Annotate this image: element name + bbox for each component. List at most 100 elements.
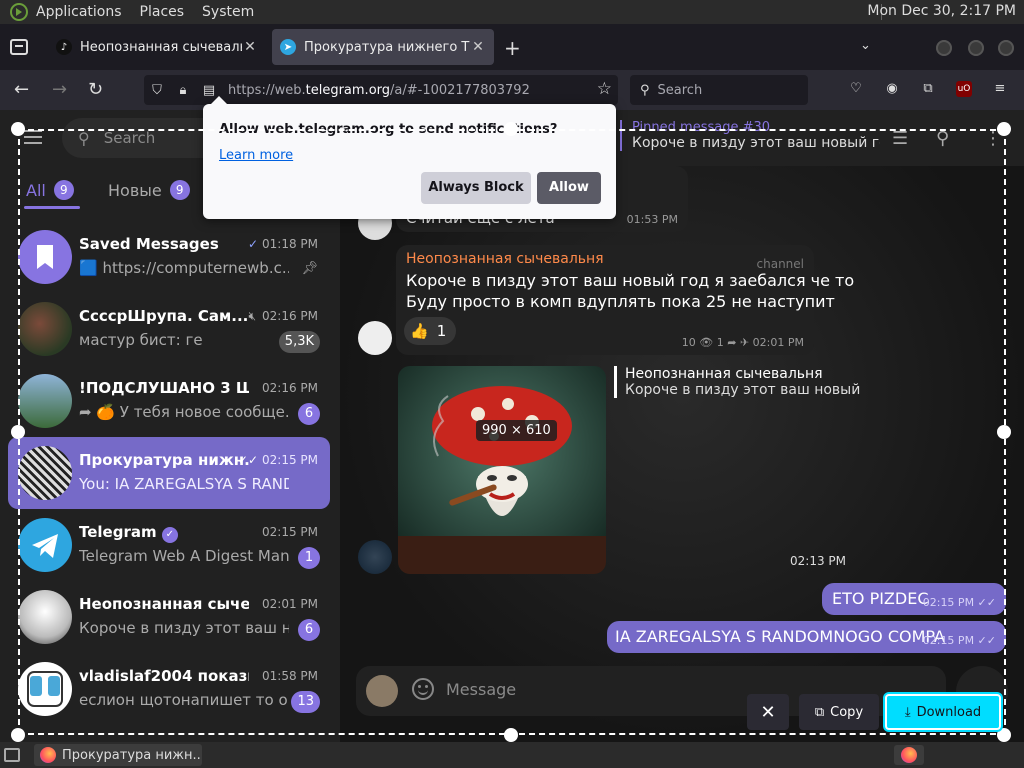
task-title: Прокуратура нижн... — [62, 747, 202, 763]
reply-author: Неопознанная сычевальня — [625, 366, 823, 382]
forwarded-message-bubble[interactable]: Неопознанная сычевальня channel Короче в… — [396, 245, 854, 355]
pinned-list-icon[interactable]: ☰ — [892, 128, 908, 149]
taskbar-window-button[interactable]: Прокуратура нижн... — [34, 744, 202, 766]
bookmark-icon — [18, 230, 72, 284]
sender-avatar[interactable] — [358, 321, 392, 355]
back-icon[interactable]: ← — [14, 79, 29, 100]
telegram-icon: ➤ — [280, 39, 296, 55]
chat-item-neopoznannaya[interactable]: Неопознанная сычев... 02:01 PM Короче в … — [8, 581, 330, 653]
resize-handle-top-left[interactable] — [11, 122, 25, 136]
resize-handle-bottom-left[interactable] — [11, 728, 25, 742]
outgoing-message-2[interactable]: IA ZAREGALSYA S RANDOMNOGO COMPA 02:15 P… — [607, 621, 1006, 653]
close-tab-icon[interactable]: ✕ — [242, 39, 258, 55]
allow-button[interactable]: Allow — [537, 172, 601, 204]
chat-preview: Telegram Web A Digest Man... — [79, 547, 289, 565]
forwarded-reply-preview[interactable]: Неопознанная сычевальня Короче в пизду э… — [614, 366, 864, 398]
chat-item-saved-messages[interactable]: Saved Messages ✓ 01:18 PM 🟦 https://compu… — [8, 221, 330, 293]
tiktok-icon: ♪ — [56, 39, 72, 55]
chat-item-podslushano[interactable]: !ПОДСЛУШАНО 3 ШК... 02:16 PM ➦ 🍊 У тебя … — [8, 365, 330, 437]
applications-menu[interactable]: Applications — [36, 4, 122, 20]
distro-logo-icon[interactable] — [10, 3, 28, 21]
bookmark-star-icon[interactable]: ☆ — [597, 79, 612, 99]
verified-badge-icon: ✓ — [161, 527, 178, 543]
learn-more-link[interactable]: Learn more — [219, 148, 293, 163]
message-meta: 10 👁 1 ➦ ✈ 02:01 PM — [681, 336, 804, 349]
resize-handle-bottom-right[interactable] — [997, 728, 1011, 742]
browser-tab-2-active[interactable]: ➤ Прокуратура нижнего Тагі ✕ — [272, 29, 494, 65]
close-window-button[interactable] — [998, 40, 1014, 56]
resize-handle-top-right[interactable] — [997, 122, 1011, 136]
search-icon: ⚲ — [640, 82, 650, 98]
chat-item-sssr-shrupa[interactable]: СсссрШрупа. Сам... 🔇︎ 02:16 PM мастур бис… — [8, 293, 330, 365]
forward-author[interactable]: Неопознанная сычевальня — [406, 251, 604, 267]
new-tab-icon[interactable]: + — [504, 36, 521, 60]
chat-name: vladislaf2004 показыв... — [79, 667, 249, 685]
telegram-logo-icon — [18, 518, 72, 572]
chat-preview: еслион щотонапишет то о... — [79, 691, 289, 709]
copy-screenshot-button[interactable]: ⧉ Copy — [799, 694, 879, 730]
panel-clock[interactable]: Mon Dec 30, 2:17 PM — [867, 3, 1016, 19]
download-screenshot-button[interactable]: ⤓ Download — [885, 694, 1001, 730]
unread-badge: 9 — [53, 180, 74, 200]
folder-tab-new[interactable]: Новые 9 — [108, 180, 190, 200]
chat-item-vladislaf2004[interactable]: vladislaf2004 показыв... 01:58 PM еслион… — [8, 653, 330, 725]
reload-icon[interactable]: ↻ — [88, 79, 103, 100]
chat-preview: You: IA ZAREGALSYA S RANDO... — [79, 475, 289, 493]
maximize-window-button[interactable] — [968, 40, 984, 56]
chat-name: !ПОДСЛУШАНО 3 ШК... — [79, 379, 249, 397]
forward-icon[interactable]: → — [52, 79, 67, 100]
folder-tab-all[interactable]: All 9 — [26, 180, 74, 200]
chat-time: 02:15 PM — [262, 453, 318, 467]
tray-firefox-icon[interactable] — [894, 745, 924, 765]
tracking-protection-shield-icon[interactable]: ⛉ — [144, 83, 170, 98]
minimize-window-button[interactable] — [936, 40, 952, 56]
cancel-screenshot-button[interactable]: ✕ — [747, 694, 789, 730]
outgoing-message-1[interactable]: ETO PIZDEC 02:15 PM ✓✓ — [822, 583, 1006, 615]
account-icon[interactable]: ◉ — [884, 81, 900, 97]
resize-handle-bottom[interactable] — [504, 728, 518, 742]
chat-search-icon[interactable]: ⚲ — [936, 128, 949, 149]
chat-name: Telegram ✓ — [79, 523, 249, 543]
message-text: ETO PIZDEC — [832, 589, 929, 608]
app-menu-icon[interactable]: ≡ — [992, 81, 1008, 97]
chat-avatar — [18, 590, 72, 644]
web-search-input[interactable]: ⚲ Search — [630, 75, 808, 105]
pocket-icon[interactable]: ♡ — [848, 81, 864, 97]
lock-icon[interactable]: 🔒︎ — [170, 83, 196, 98]
reaction-thumbs-up[interactable]: 👍 1 — [404, 317, 457, 345]
tab-overflow-chevron-icon[interactable]: ⌄ — [860, 38, 871, 53]
chat-item-telegram[interactable]: Telegram ✓ 02:15 PM Telegram Web A Diges… — [8, 509, 330, 581]
message-input-placeholder[interactable]: Message — [446, 680, 516, 699]
reaction-count: 1 — [436, 322, 447, 340]
folder-label: Новые — [108, 180, 162, 200]
browser-tab-1[interactable]: ♪ Неопознанная сычевальн ✕ — [48, 29, 266, 65]
extensions-icon[interactable]: ⧉ — [920, 81, 936, 97]
chat-time: 02:16 PM — [262, 381, 318, 395]
emoji-icon[interactable] — [412, 678, 434, 700]
main-menu-icon[interactable] — [24, 130, 42, 144]
pin-icon: 📌︎ — [301, 261, 318, 276]
resize-handle-right[interactable] — [997, 425, 1011, 439]
ublock-origin-icon[interactable]: uO — [956, 81, 972, 97]
tab-title: Прокуратура нижнего Тагі — [304, 39, 470, 55]
url-text[interactable]: https://web.telegram.org/a/#-10021778037… — [228, 83, 530, 98]
show-desktop-icon[interactable] — [4, 748, 20, 762]
message-time-read: 02:15 PM ✓✓ — [922, 596, 996, 609]
chat-avatar — [18, 302, 72, 356]
places-menu[interactable]: Places — [140, 4, 185, 20]
always-block-button[interactable]: Always Block — [421, 172, 531, 204]
close-tab-icon[interactable]: ✕ — [470, 39, 486, 55]
system-menu[interactable]: System — [202, 4, 254, 20]
muted-icon: 🔇︎ — [248, 309, 256, 323]
resize-handle-top[interactable] — [504, 122, 518, 136]
active-folder-indicator — [24, 206, 80, 209]
pinned-message-bar[interactable]: Pinned message #30 Короче в пизду этот в… — [620, 120, 880, 151]
send-as-avatar[interactable] — [366, 675, 398, 707]
sender-avatar[interactable] — [358, 540, 392, 574]
resize-handle-left[interactable] — [11, 425, 25, 439]
list-all-tabs-icon[interactable] — [10, 39, 28, 55]
chat-time: 01:18 PM — [262, 237, 318, 251]
read-double-check-icon: ✓✓ — [237, 453, 258, 467]
image-message[interactable] — [398, 366, 606, 574]
chat-item-prokuratura-selected[interactable]: Прокуратура нижн... ✓✓ 02:15 PM You: IA Z… — [8, 437, 330, 509]
